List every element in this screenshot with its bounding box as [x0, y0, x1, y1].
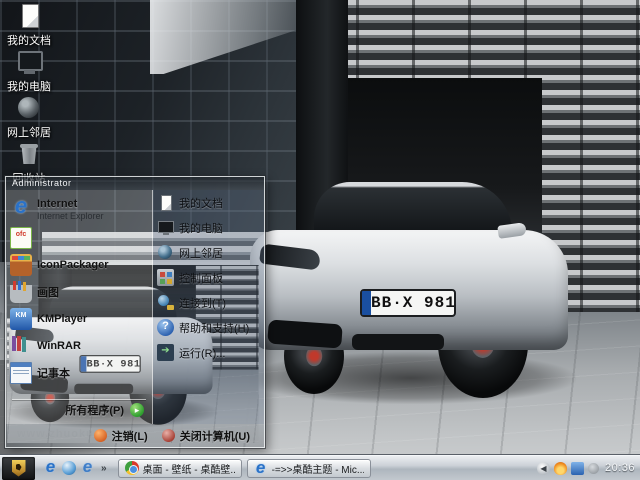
- network-places-icon: [16, 95, 42, 121]
- start-menu: BB·X 981 Administrator Internet Internet…: [5, 176, 265, 448]
- all-programs-arrow-icon: ▸: [130, 403, 144, 417]
- menu-item-label: WinRAR: [37, 339, 81, 352]
- menu-item-ofc-app[interactable]: [6, 224, 152, 251]
- logoff-button[interactable]: 注销(L): [93, 427, 148, 445]
- car-intake-left: [267, 319, 343, 349]
- menu-item-run[interactable]: 运行(R)...: [153, 340, 264, 365]
- shutdown-icon: [161, 429, 175, 442]
- my-computer-icon: [16, 49, 43, 75]
- desktop-icon-label: 网上邻居: [7, 127, 51, 139]
- logoff-label: 注销(L): [111, 430, 148, 443]
- menu-item-my-documents[interactable]: 我的文档: [153, 190, 264, 215]
- menu-item-label: Internet: [37, 197, 78, 210]
- desktop-icon-label: 我的文档: [7, 35, 51, 47]
- connect-to-icon: [157, 294, 174, 311]
- paint-icon: [10, 280, 32, 303]
- taskbar-task-theme-page[interactable]: -=>>桌酷主题 - Mic...: [246, 458, 371, 478]
- menu-item-label: 连接到(T): [179, 297, 227, 310]
- internet-explorer-icon: [10, 193, 32, 219]
- start-menu-bottom-bar: 注销(L) 关闭计算机(U): [6, 424, 264, 447]
- all-programs-label: 所有程序(P): [65, 405, 124, 417]
- logoff-icon: [93, 429, 107, 442]
- tray-volume-icon[interactable]: [587, 462, 599, 474]
- recycle-bin-icon: [16, 141, 42, 167]
- kmplayer-icon: [10, 307, 32, 330]
- desktop-icon-my-documents[interactable]: 我的文档: [2, 3, 56, 47]
- desktop-icon-network-places[interactable]: 网上邻居: [2, 95, 56, 139]
- ofc-app-icon: [10, 226, 32, 249]
- menu-item-label: 我的文档: [179, 197, 223, 210]
- menu-item-network-places[interactable]: 网上邻居: [153, 240, 264, 265]
- start-menu-right-column: 我的文档 我的电脑 网上邻居 控制面板 连接到(T) ? 帮助和支持(H) ➔ …: [153, 190, 264, 424]
- desktop: BB·X 981 www.zhuoku.com 我的文档 我的电脑 网上邻居 回…: [0, 0, 640, 480]
- start-menu-columns: Internet Internet Explorer IconPackager …: [6, 190, 264, 424]
- license-plate: BB·X 981: [360, 289, 456, 317]
- menu-item-label: IconPackager: [37, 258, 109, 271]
- menu-item-label: 记事本: [37, 367, 70, 380]
- desktop-icon-label: 我的电脑: [7, 81, 51, 93]
- help-support-icon: [157, 319, 174, 336]
- menu-item-control-panel[interactable]: 控制面板: [153, 265, 264, 290]
- porsche-crest-icon: [11, 459, 26, 477]
- my-documents-icon: [16, 3, 42, 29]
- iconpackager-icon: [10, 253, 32, 276]
- network-places-icon: [157, 244, 174, 261]
- taskbar-task-wallpaper-page[interactable]: 桌面 - 壁纸 - 桌酷壁...: [117, 458, 242, 478]
- taskbar-clock: 20:36: [604, 462, 635, 474]
- menu-item-help-support[interactable]: 帮助和支持(H): [153, 315, 264, 340]
- menu-item-label: 控制面板: [179, 272, 223, 285]
- tray-messenger-icon[interactable]: [570, 461, 584, 475]
- my-computer-icon: [157, 219, 174, 236]
- shutdown-button[interactable]: 关闭计算机(U): [161, 427, 250, 445]
- menu-item-winrar[interactable]: WinRAR: [6, 332, 152, 359]
- menu-item-label: 运行(R)...: [179, 347, 226, 360]
- menu-item-paint[interactable]: 画图: [6, 278, 152, 305]
- menu-item-label: 画图: [37, 286, 59, 299]
- menu-item-label: 我的电脑: [179, 222, 223, 235]
- my-documents-icon: [157, 194, 174, 211]
- menu-item-label: KMPlayer: [37, 312, 88, 325]
- menu-item-connect-to[interactable]: 连接到(T): [153, 290, 264, 315]
- quick-launch-overflow-chevron[interactable]: »: [99, 463, 109, 474]
- chrome-icon: [124, 461, 139, 475]
- menu-item-sublabel: Internet Explorer: [37, 210, 104, 221]
- notepad-icon: [10, 361, 32, 384]
- menu-separator: [12, 399, 146, 400]
- start-button[interactable]: [2, 456, 35, 480]
- task-title: -=>>桌酷主题 - Mic...: [271, 464, 364, 476]
- run-icon: [157, 344, 174, 361]
- desktop-icon-column: 我的文档 我的电脑 网上邻居 回收站: [2, 3, 56, 187]
- start-menu-left-column: Internet Internet Explorer IconPackager …: [6, 190, 153, 424]
- menu-item-label: 帮助和支持(H): [179, 322, 250, 335]
- all-programs-button[interactable]: 所有程序(P) ▸: [6, 399, 152, 420]
- quick-launch-browser-icon[interactable]: [79, 457, 96, 477]
- internet-explorer-icon: [254, 458, 268, 478]
- control-panel-icon: [157, 269, 174, 286]
- menu-item-internet[interactable]: Internet Internet Explorer: [6, 190, 152, 224]
- quick-launch-ie-icon[interactable]: [42, 457, 59, 477]
- desktop-icon-my-computer[interactable]: 我的电脑: [2, 49, 56, 93]
- menu-item-notepad[interactable]: 记事本: [6, 359, 152, 386]
- quick-launch: »: [38, 457, 113, 477]
- car-intake-center: [352, 334, 444, 350]
- system-tray: ◀ 20:36: [536, 456, 640, 480]
- menu-item-label: 网上邻居: [179, 247, 223, 260]
- task-title: 桌面 - 壁纸 - 桌酷壁...: [142, 464, 235, 476]
- plate-eu-strip: [362, 291, 371, 315]
- menu-item-iconpackager[interactable]: IconPackager: [6, 251, 152, 278]
- quick-launch-desktop-icon[interactable]: [62, 461, 76, 475]
- plate-number: BB·X 981: [371, 294, 456, 312]
- shutdown-label: 关闭计算机(U): [179, 430, 250, 443]
- start-menu-user-banner: Administrator: [6, 177, 264, 190]
- winrar-icon: [10, 335, 32, 357]
- menu-item-kmplayer[interactable]: KMPlayer: [6, 305, 152, 332]
- tray-flame-icon[interactable]: [553, 461, 567, 475]
- menu-item-my-computer[interactable]: 我的电脑: [153, 215, 264, 240]
- hide-tray-icons-button[interactable]: ◀: [536, 461, 550, 475]
- taskbar: » 桌面 - 壁纸 - 桌酷壁... -=>>桌酷主题 - Mic... ◀ 2…: [0, 455, 640, 480]
